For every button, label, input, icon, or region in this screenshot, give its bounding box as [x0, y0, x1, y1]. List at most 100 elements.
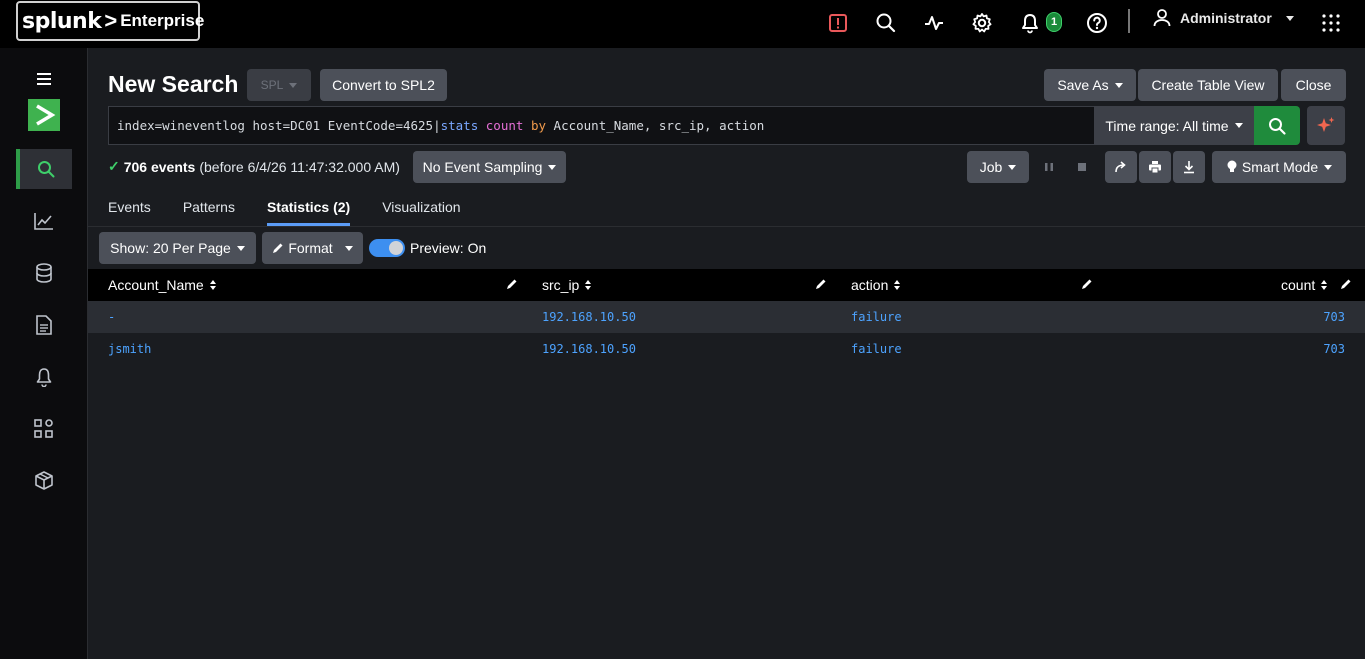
sort-icon	[1321, 280, 1328, 290]
gear-icon[interactable]	[969, 10, 995, 36]
main-content: New Search SPL Convert to SPL2 Save As C…	[88, 48, 1365, 659]
user-menu[interactable]: Administrator	[1152, 8, 1294, 28]
pause-icon[interactable]	[1036, 154, 1062, 180]
print-button[interactable]	[1139, 151, 1171, 183]
time-range-label: Time range: All time	[1105, 117, 1229, 134]
tab-patterns[interactable]: Patterns	[183, 198, 235, 226]
box-icon	[35, 471, 53, 490]
apps-grid-icon[interactable]	[1318, 10, 1344, 36]
edit-column-icon[interactable]	[506, 278, 518, 290]
column-label: count	[1281, 277, 1316, 293]
create-table-view-button[interactable]: Create Table View	[1138, 69, 1278, 101]
event-detail: (before 6/4/26 11:47:32.000 AM)	[199, 158, 400, 175]
save-as-label: Save As	[1057, 77, 1109, 93]
format-label: Format	[288, 240, 333, 256]
share-icon	[1115, 161, 1126, 173]
lightbulb-icon	[1227, 160, 1237, 172]
search-input[interactable]: index=wineventlog host=DC01 EventCode=46…	[108, 106, 1094, 145]
event-status: ✓ 706 events (before 6/4/26 11:47:32.000…	[108, 158, 400, 175]
mode-label: Smart Mode	[1241, 159, 1319, 175]
splunk-logo[interactable]: splunk > Enterprise	[16, 1, 204, 41]
cell-src-ip[interactable]: 192.168.10.50	[542, 333, 636, 365]
spl-dropdown[interactable]: SPL	[247, 69, 311, 101]
show-label: Show: 20 Per Page	[110, 240, 231, 256]
chevron-down-icon	[1234, 123, 1243, 128]
format-dropdown[interactable]: Format	[262, 232, 363, 264]
job-dropdown[interactable]: Job	[967, 151, 1029, 183]
database-icon	[36, 263, 52, 283]
tab-divider	[88, 226, 1365, 227]
column-label: Account_Name	[108, 277, 204, 293]
logo-chevron-icon: >	[104, 8, 118, 33]
search-mode-dropdown[interactable]: Smart Mode	[1212, 151, 1346, 183]
edit-column-icon[interactable]	[1081, 278, 1093, 290]
user-name: Administrator	[1180, 10, 1272, 26]
convert-spl2-button[interactable]: Convert to SPL2	[320, 69, 447, 101]
query-pipe: |	[433, 118, 441, 133]
chevron-down-icon	[1008, 164, 1017, 170]
sidebar-item-analytics[interactable]	[16, 201, 72, 241]
column-header-src-ip[interactable]: src_ip	[542, 269, 592, 301]
cell-account-name[interactable]: -	[108, 301, 115, 333]
menu-icon[interactable]	[16, 59, 72, 99]
sidebar-item-alerts[interactable]	[16, 357, 72, 397]
close-button[interactable]: Close	[1281, 69, 1346, 101]
sidebar-item-datasets[interactable]	[16, 253, 72, 293]
edit-column-icon[interactable]	[1340, 278, 1352, 290]
brand-name: splunk	[22, 8, 102, 34]
cell-count[interactable]: 703	[1323, 301, 1345, 333]
pencil-icon	[273, 243, 283, 253]
tab-events[interactable]: Events	[108, 198, 151, 226]
app-logo-icon[interactable]	[16, 97, 72, 133]
run-search-button[interactable]	[1254, 106, 1300, 145]
ai-assistant-button[interactable]	[1307, 106, 1345, 145]
sort-icon	[585, 280, 592, 290]
cell-src-ip[interactable]: 192.168.10.50	[542, 301, 636, 333]
sidebar-item-apps[interactable]	[16, 461, 72, 501]
search-icon	[1269, 117, 1286, 135]
column-header-account-name[interactable]: Account_Name	[108, 269, 216, 301]
preview-label: Preview: On	[410, 240, 487, 256]
result-tabs: Events Patterns Statistics (2) Visualiza…	[108, 198, 493, 226]
alert-icon[interactable]	[825, 10, 851, 36]
tab-statistics[interactable]: Statistics (2)	[266, 198, 351, 226]
sidebar	[0, 48, 88, 659]
chevron-down-icon	[1324, 164, 1333, 170]
chevron-down-icon	[344, 245, 353, 251]
cell-action[interactable]: failure	[851, 301, 902, 333]
help-icon[interactable]	[1084, 10, 1110, 36]
cell-count[interactable]: 703	[1323, 333, 1345, 365]
table-row: - 192.168.10.50 failure 703	[88, 301, 1365, 333]
stop-icon[interactable]	[1069, 154, 1095, 180]
divider	[1128, 9, 1130, 33]
time-range-picker[interactable]: Time range: All time	[1094, 106, 1254, 145]
page-title: New Search	[108, 71, 239, 97]
column-header-action[interactable]: action	[851, 269, 901, 301]
search-icon[interactable]	[873, 10, 899, 36]
table-row: jsmith 192.168.10.50 failure 703	[88, 333, 1365, 365]
sparkle-icon	[1317, 116, 1335, 132]
query-function: count	[485, 118, 524, 133]
sort-icon	[894, 280, 901, 290]
column-label: action	[851, 277, 889, 293]
event-sampling-dropdown[interactable]: No Event Sampling	[413, 151, 566, 183]
line-chart-icon	[34, 213, 53, 230]
chevron-down-icon	[236, 245, 245, 251]
activity-icon[interactable]	[921, 10, 947, 36]
column-header-count[interactable]: count	[1281, 269, 1328, 301]
edit-column-icon[interactable]	[815, 278, 827, 290]
check-icon: ✓	[108, 158, 120, 174]
cell-action[interactable]: failure	[851, 333, 902, 365]
sidebar-item-dashboards[interactable]	[16, 409, 72, 449]
document-icon	[36, 315, 52, 335]
sidebar-item-search[interactable]	[16, 149, 72, 189]
export-button[interactable]	[1173, 151, 1205, 183]
save-as-button[interactable]: Save As	[1044, 69, 1136, 101]
cell-account-name[interactable]: jsmith	[108, 333, 151, 365]
sidebar-item-reports[interactable]	[16, 305, 72, 345]
tab-visualization[interactable]: Visualization	[382, 198, 460, 226]
share-button[interactable]	[1105, 151, 1137, 183]
bell-icon[interactable]	[1017, 10, 1043, 36]
show-per-page-dropdown[interactable]: Show: 20 Per Page	[99, 232, 256, 264]
preview-toggle[interactable]	[369, 239, 405, 257]
